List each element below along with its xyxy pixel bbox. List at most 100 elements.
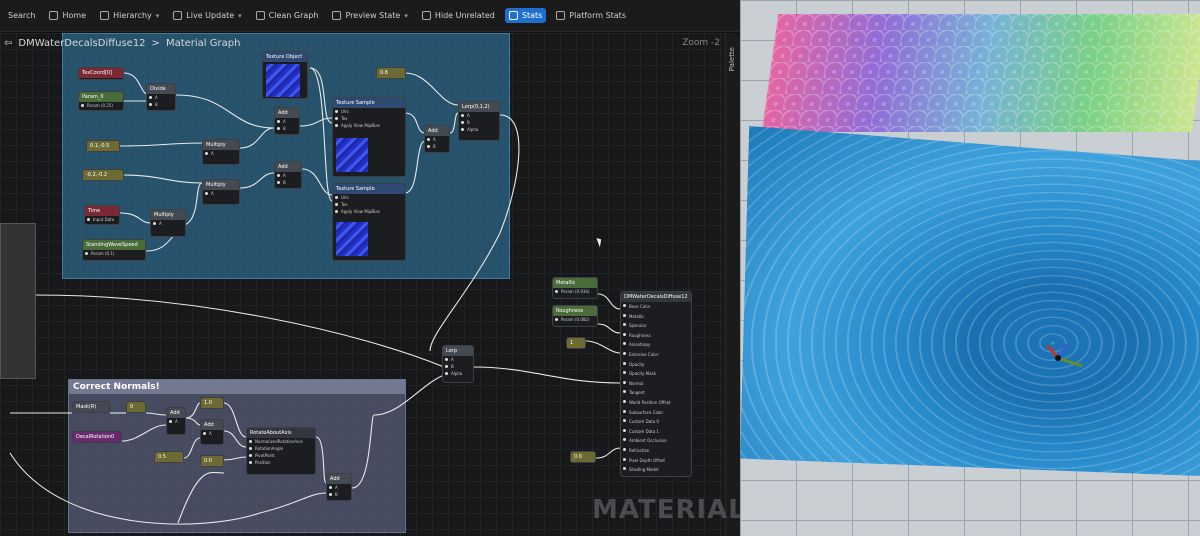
roughness-node[interactable]: Roughness Param (0.082): [552, 305, 598, 327]
param0-node[interactable]: Param_0 Param (0.25): [78, 91, 124, 111]
pin-a[interactable]: A: [459, 112, 499, 119]
mask-node[interactable]: Mask(R): [72, 401, 110, 413]
search-button[interactable]: Search: [4, 8, 39, 23]
pin-a[interactable]: A: [443, 356, 473, 363]
pin-a[interactable]: A: [203, 190, 239, 197]
material-input-pin[interactable]: Shading Model: [621, 465, 691, 475]
pin-b[interactable]: B: [275, 179, 301, 186]
uvs-pin[interactable]: UVs: [333, 108, 405, 115]
rotate-about-axis-node[interactable]: RotateAboutAxis NormalizedRotationAxis R…: [246, 427, 316, 475]
const-node-2[interactable]: -0.2,-0.2: [82, 169, 124, 181]
texture-sample-node-2[interactable]: Texture Sample UVs Tex Apply View MipBia…: [332, 183, 406, 261]
hierarchy-button[interactable]: Hierarchy ▾: [96, 8, 163, 23]
pin-a[interactable]: A: [275, 172, 301, 179]
lerp-node-1[interactable]: Lerp(0,1,2) A B Alpha: [458, 101, 500, 141]
platform-stats-button[interactable]: Platform Stats: [552, 8, 630, 23]
preview-state-button[interactable]: Preview State ▾: [328, 8, 411, 23]
apply-mip-pin[interactable]: Apply View MipBias: [333, 122, 405, 129]
time-node[interactable]: Time Input Data: [84, 205, 120, 225]
preview-viewport[interactable]: [740, 0, 1200, 536]
uvs-pin[interactable]: UVs: [333, 194, 405, 201]
const-node-1[interactable]: 0.1,-0.5: [86, 140, 120, 152]
const-node-3[interactable]: 0.8: [376, 67, 406, 79]
material-input-pin[interactable]: Opacity: [621, 360, 691, 370]
add-node-6[interactable]: Add A B: [326, 473, 352, 501]
pin-b[interactable]: B: [459, 119, 499, 126]
pin-a[interactable]: A: [147, 94, 175, 101]
alpha-pin[interactable]: Alpha: [459, 126, 499, 133]
material-input-pin[interactable]: World Position Offset: [621, 398, 691, 408]
material-input-pin[interactable]: Opacity Mask: [621, 369, 691, 379]
divide-node[interactable]: Divide A B: [146, 83, 176, 111]
material-input-pin[interactable]: Ambient Occlusion: [621, 436, 691, 446]
live-update-button[interactable]: Live Update ▾: [169, 8, 245, 23]
material-input-pin[interactable]: Refraction: [621, 446, 691, 456]
material-input-pin[interactable]: Specular: [621, 321, 691, 331]
const-node-8[interactable]: 1: [566, 337, 586, 349]
multiply-node-3[interactable]: Multiply A: [150, 209, 186, 237]
position-pin[interactable]: Position: [247, 459, 315, 466]
add-node-2[interactable]: Add A B: [274, 161, 302, 189]
rotation-angle-pin[interactable]: RotationAngle: [247, 445, 315, 452]
metallic-node[interactable]: Metallic Param (0.934): [552, 277, 598, 299]
material-graph-canvas[interactable]: Correct Normals! ⇦ DMWaterDecalsDiffuse1…: [0, 33, 740, 536]
material-input-pin[interactable]: Custom Data 1: [621, 427, 691, 437]
lerp-node-2[interactable]: Lerp A B Alpha: [442, 345, 474, 383]
palette-tab[interactable]: Palette: [725, 33, 740, 536]
normalized-axis-pin[interactable]: NormalizedRotationAxis: [247, 438, 315, 445]
texture-sample-node-1[interactable]: Texture Sample UVs Tex Apply View MipBia…: [332, 97, 406, 177]
const-node-6[interactable]: 0.5: [154, 451, 184, 463]
material-input-pin[interactable]: Pixel Depth Offset: [621, 456, 691, 466]
multiply-node-1[interactable]: Multiply A: [202, 139, 240, 165]
const-node-5[interactable]: 1.0: [200, 397, 224, 409]
pin-a[interactable]: A: [425, 136, 449, 143]
pin-a[interactable]: A: [203, 150, 239, 157]
material-input-pin[interactable]: Emissive Color: [621, 350, 691, 360]
material-input-pin[interactable]: Normal: [621, 379, 691, 389]
breadcrumb-graph[interactable]: Material Graph: [166, 38, 240, 49]
pin-a[interactable]: A: [275, 118, 299, 125]
const-node-7[interactable]: 0.0: [200, 455, 224, 467]
tex-pin[interactable]: Tex: [333, 115, 405, 122]
pin-a[interactable]: A: [151, 220, 185, 227]
back-icon[interactable]: ⇦: [4, 38, 12, 49]
const-node-4[interactable]: 0: [126, 401, 146, 413]
home-button[interactable]: Home: [45, 8, 90, 23]
comment-box-correct-normals[interactable]: Correct Normals!: [68, 379, 406, 533]
pin-b[interactable]: B: [443, 363, 473, 370]
pivot-point-pin[interactable]: PivotPoint: [247, 452, 315, 459]
apply-mip-pin[interactable]: Apply View MipBias: [333, 208, 405, 215]
texture-object-node[interactable]: Texture Object: [262, 51, 308, 99]
material-input-pin[interactable]: Roughness: [621, 331, 691, 341]
material-input-pin[interactable]: Anisotropy: [621, 340, 691, 350]
pin-b[interactable]: B: [327, 491, 351, 498]
multiply-node-2[interactable]: Multiply A: [202, 179, 240, 205]
clean-graph-button[interactable]: Clean Graph: [252, 8, 323, 23]
material-result-node[interactable]: DMWaterDecalsDiffuse12 Base Color Metalli…: [620, 291, 692, 477]
pin-a[interactable]: A: [327, 484, 351, 491]
add-node-1[interactable]: Add A B: [274, 107, 300, 135]
decal-rotation-node[interactable]: DecalRotation0: [72, 431, 122, 443]
transform-gizmo-icon[interactable]: [1042, 338, 1086, 374]
alpha-pin[interactable]: Alpha: [443, 370, 473, 377]
tex-pin[interactable]: Tex: [333, 201, 405, 208]
add-node-5[interactable]: Add A: [200, 419, 224, 445]
material-input-pin[interactable]: Metallic: [621, 312, 691, 322]
add-node-4[interactable]: Add A: [166, 407, 186, 435]
material-input-pin[interactable]: Subsurface Color: [621, 408, 691, 418]
breadcrumb-asset[interactable]: DMWaterDecalsDiffuse12: [18, 38, 145, 49]
material-input-pin[interactable]: Tangent: [621, 388, 691, 398]
add-node-3[interactable]: Add A B: [424, 125, 450, 153]
texcoord-node[interactable]: TexCoord[0]: [78, 67, 124, 80]
pin-a[interactable]: A: [167, 418, 185, 425]
standing-wave-speed-node[interactable]: StandingWaveSpeed Param (0.1): [82, 239, 146, 261]
stats-button[interactable]: Stats: [504, 8, 547, 23]
hide-unrelated-button[interactable]: Hide Unrelated: [418, 8, 499, 23]
const-node-9[interactable]: 0.0: [570, 451, 596, 463]
collapsed-node-left[interactable]: [0, 223, 36, 379]
material-input-pin[interactable]: Base Color: [621, 302, 691, 312]
pin-a[interactable]: A: [201, 430, 223, 437]
pin-b[interactable]: B: [147, 101, 175, 108]
pin-b[interactable]: B: [425, 143, 449, 150]
material-input-pin[interactable]: Custom Data 0: [621, 417, 691, 427]
